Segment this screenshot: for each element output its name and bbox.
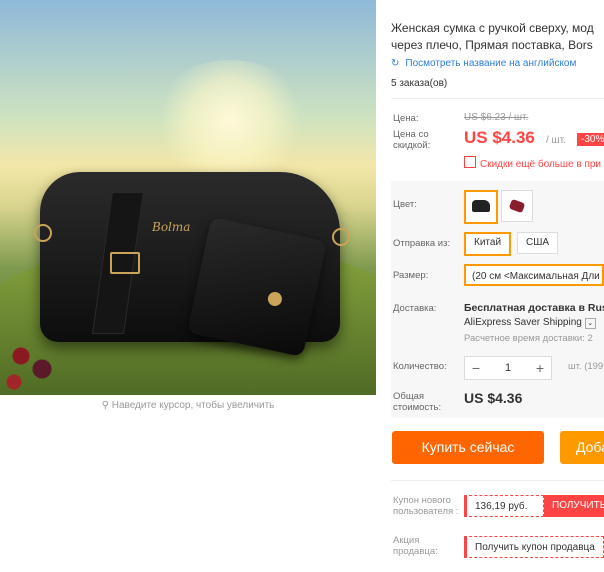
magnifier-icon: ⚲	[101, 400, 109, 411]
translate-icon: ↻	[391, 58, 400, 69]
product-gallery: Bolma ⚲ Наведите курсор, чтобы увеличить	[0, 0, 376, 572]
ship-from-label: Отправка из:	[393, 238, 451, 249]
price-label: Цена:	[393, 113, 419, 124]
sunlight	[150, 60, 310, 180]
discount-badge: -30%	[577, 133, 604, 146]
size-label: Размер:	[393, 270, 429, 281]
color-swatch-red[interactable]	[501, 190, 533, 222]
shipping-method[interactable]: AliExpress Saver Shipping ⌄	[464, 317, 596, 329]
quantity-decrease-button[interactable]: −	[465, 357, 487, 379]
quantity-input[interactable]: 1	[487, 357, 529, 379]
quantity-increase-button[interactable]: +	[529, 357, 551, 379]
ship-from-usa[interactable]: США	[517, 232, 559, 254]
shipping-method-text: AliExpress Saver Shipping	[464, 317, 582, 328]
color-swatch-black[interactable]	[464, 190, 498, 224]
product-title: Женская сумка с ручкой сверху, мод через…	[391, 20, 604, 54]
title-line: через плечо, Прямая поставка, Bors	[391, 38, 593, 52]
delivery-label: Доставка:	[393, 303, 437, 314]
wallet-image	[187, 217, 327, 357]
zoom-hint: ⚲ Наведите курсор, чтобы увеличить	[0, 400, 376, 411]
title-line: Женская сумка с ручкой сверху, мод	[391, 21, 594, 35]
product-image[interactable]: Bolma	[0, 0, 376, 395]
translate-link-text: Посмотреть название на английском	[405, 58, 577, 69]
quantity-stepper: − 1 +	[464, 356, 552, 380]
shipping-destination: Бесплатная доставка в Russ	[464, 302, 604, 314]
orders-count: 5 заказа(ов)	[391, 78, 448, 89]
total-price: US $4.36	[464, 390, 523, 406]
new-user-coupon: 136,19 руб.	[464, 495, 544, 517]
bag-ring	[332, 228, 350, 246]
bag-ring	[34, 224, 52, 242]
qr-code-icon	[464, 156, 476, 168]
add-to-cart-button[interactable]: Доба	[560, 431, 604, 464]
size-select[interactable]: (20 см <Максимальная Дли	[464, 264, 604, 286]
app-promo-text: Скидки ещё больше в при	[480, 159, 602, 170]
delivery-time: Расчетное время доставки: 2	[464, 333, 593, 344]
new-user-coupon-label: Купон нового пользователя :	[393, 495, 459, 517]
color-label: Цвет:	[393, 199, 417, 210]
bag-logo: Bolma	[152, 220, 191, 234]
red-bag-thumbnail	[508, 198, 526, 214]
wallet-snap	[266, 290, 284, 308]
zoom-hint-text: Наведите курсор, чтобы увеличить	[111, 400, 275, 411]
stock-note: шт. (199 ш	[568, 361, 604, 372]
chevron-down-icon: ⌄	[584, 318, 596, 329]
price-unit: / шт.	[546, 135, 566, 146]
total-label: Общая стоимость:	[393, 391, 442, 413]
current-price: US $4.36	[464, 128, 535, 147]
get-coupon-button[interactable]: ПОЛУЧИТЬ	[544, 495, 604, 517]
divider	[391, 480, 604, 481]
ship-from-china[interactable]: Китай	[464, 232, 512, 256]
buy-now-button[interactable]: Купить сейчас	[392, 431, 544, 464]
divider	[391, 98, 604, 99]
bag-buckle	[110, 252, 140, 274]
seller-coupon-button[interactable]: Получить купон продавца	[464, 536, 604, 558]
product-info: Женская сумка с ручкой сверху, мод через…	[376, 0, 604, 572]
quantity-label: Количество:	[393, 361, 447, 372]
app-promo[interactable]: Скидки ещё больше в при	[464, 156, 601, 170]
translate-link[interactable]: ↻ Посмотреть название на английском	[391, 58, 576, 69]
old-price: US $6.23 / шт.	[464, 112, 529, 123]
black-bag-thumbnail	[472, 200, 490, 212]
discount-price-label: Цена со скидкой:	[393, 129, 431, 151]
seller-promo-label: Акция продавца:	[393, 535, 438, 557]
